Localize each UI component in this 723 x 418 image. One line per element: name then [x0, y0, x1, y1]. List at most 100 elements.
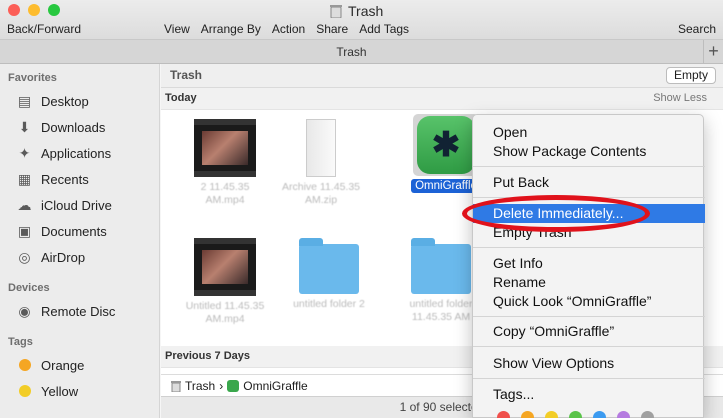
favorites-heading: Favorites	[8, 72, 57, 84]
omnigraffle-small-icon	[227, 379, 240, 392]
share-button[interactable]: Share	[316, 22, 348, 36]
zoom-button[interactable]	[48, 4, 60, 16]
title-bar: Trash Back/Forward View Arrange By Actio…	[0, 0, 723, 40]
show-less-button[interactable]: Show Less	[653, 92, 707, 104]
sidebar-item-desktop[interactable]: ▤ Desktop	[16, 91, 89, 111]
arrange-by-button[interactable]: Arrange By	[201, 22, 261, 36]
minimize-button[interactable]	[28, 4, 40, 16]
menu-item-show-package-contents[interactable]: Show Package Contents	[473, 142, 705, 161]
back-forward-button[interactable]: Back/Forward	[7, 22, 81, 36]
folder-icon	[299, 238, 359, 294]
downloads-icon: ⬇	[18, 118, 31, 135]
yellow-tag-swatch[interactable]	[545, 411, 558, 418]
section-title: Today	[165, 92, 197, 104]
empty-trash-button[interactable]: Empty	[665, 67, 716, 84]
add-tags-button[interactable]: Add Tags	[359, 22, 409, 36]
window-title: Trash	[330, 3, 383, 19]
sidebar-item-label: Recents	[41, 171, 89, 187]
recents-icon: ▦	[17, 170, 32, 187]
sidebar-item-label: Remote Disc	[41, 303, 116, 319]
sidebar-item-label: Documents	[41, 223, 107, 239]
sidebar-item-documents[interactable]: ▣ Documents	[16, 221, 107, 241]
disc-icon: ◉	[18, 302, 31, 319]
video-thumbnail	[194, 238, 256, 296]
file-item[interactable]: Untitled 11.45.35 AM.mp4	[185, 238, 265, 326]
sidebar-item-label: Orange	[41, 357, 85, 373]
trash-header: Trash Empty	[161, 64, 723, 88]
file-name: OmniGraffle	[411, 179, 481, 193]
sidebar-item-label: Downloads	[41, 119, 106, 135]
sidebar-item-remote-disc[interactable]: ◉ Remote Disc	[16, 301, 115, 321]
desktop-icon: ▤	[17, 92, 32, 109]
menu-separator	[473, 166, 705, 167]
sidebar-item-label: Applications	[41, 145, 112, 161]
path-separator: ›	[219, 378, 224, 393]
green-tag-swatch[interactable]	[569, 411, 582, 418]
tab-bar: Trash +	[0, 40, 723, 64]
menu-item-quick-look[interactable]: Quick Look “OmniGraffle”	[473, 292, 705, 311]
red-tag-swatch[interactable]	[497, 411, 510, 418]
file-name: 2 11.45.35 AM.mp4	[200, 181, 250, 206]
sidebar-item-label: Desktop	[41, 93, 89, 109]
file-item[interactable]: 2 11.45.35 AM.mp4	[185, 119, 265, 207]
file-name: untitled folder 2	[293, 298, 365, 310]
sidebar-item-airdrop[interactable]: ◎ AirDrop	[16, 247, 85, 267]
sidebar-item-tag-orange[interactable]: Orange	[16, 355, 84, 375]
finder-window: Trash Back/Forward View Arrange By Actio…	[0, 0, 723, 418]
menu-item-put-back[interactable]: Put Back	[473, 173, 705, 192]
search-button[interactable]: Search	[678, 22, 716, 36]
file-item[interactable]: untitled folder 2	[289, 238, 369, 311]
video-thumbnail	[194, 119, 256, 177]
view-button[interactable]: View	[164, 22, 190, 36]
path-omnigraffle[interactable]: OmniGraffle	[243, 379, 307, 393]
file-item[interactable]: Archive 11.45.35 AM.zip	[281, 119, 361, 207]
action-button[interactable]: Action	[272, 22, 305, 36]
toolbar-menu: View Arrange By Action Share Add Tags	[164, 22, 409, 36]
sidebar-item-recents[interactable]: ▦ Recents	[16, 169, 89, 189]
today-section-header: Today Show Less	[161, 88, 723, 110]
trash-icon	[330, 5, 342, 18]
sidebar-item-tag-yellow[interactable]: Yellow	[16, 381, 78, 401]
file-item[interactable]: untitled folder 11.45.35 AM	[401, 238, 481, 324]
devices-heading: Devices	[8, 282, 50, 294]
yellow-tag-icon	[18, 385, 31, 397]
sidebar-item-label: iCloud Drive	[41, 197, 112, 213]
menu-separator	[473, 316, 705, 317]
tab-trash[interactable]: Trash	[0, 45, 703, 59]
close-button[interactable]	[8, 4, 20, 16]
highlight-annotation-oval	[462, 195, 650, 232]
menu-item-rename[interactable]: Rename	[473, 273, 705, 292]
sidebar-item-label: AirDrop	[41, 249, 86, 265]
sidebar-item-downloads[interactable]: ⬇ Downloads	[16, 117, 106, 137]
orange-tag-swatch[interactable]	[521, 411, 534, 418]
omnigraffle-app-icon: ✱	[417, 116, 475, 174]
tag-color-swatches	[497, 411, 654, 418]
zip-icon	[306, 119, 336, 177]
menu-item-copy[interactable]: Copy “OmniGraffle”	[473, 322, 705, 341]
folder-icon	[411, 238, 471, 294]
context-menu: Open Show Package Contents Put Back Dele…	[472, 114, 705, 418]
menu-item-open[interactable]: Open	[473, 123, 705, 142]
applications-icon: ✦	[18, 144, 31, 161]
blue-tag-swatch[interactable]	[593, 411, 606, 418]
traffic-lights	[8, 4, 60, 16]
file-name: untitled folder 11.45.35 AM	[409, 298, 473, 323]
window-title-text: Trash	[348, 3, 384, 19]
path-trash[interactable]: Trash	[185, 379, 215, 393]
sidebar-item-icloud-drive[interactable]: ☁ iCloud Drive	[16, 195, 112, 215]
sidebar-item-applications[interactable]: ✦ Applications	[16, 143, 111, 163]
menu-item-get-info[interactable]: Get Info	[473, 254, 705, 273]
airdrop-icon: ◎	[18, 248, 31, 265]
menu-separator	[473, 247, 705, 248]
sidebar-item-label: Yellow	[41, 383, 79, 399]
menu-separator	[473, 346, 705, 347]
cloud-icon: ☁	[17, 196, 32, 213]
gray-tag-swatch[interactable]	[641, 411, 654, 418]
new-tab-button[interactable]: +	[703, 40, 723, 64]
purple-tag-swatch[interactable]	[617, 411, 630, 418]
menu-item-tags[interactable]: Tags...	[473, 385, 705, 404]
menu-item-show-view-options[interactable]: Show View Options	[473, 354, 705, 373]
tags-heading: Tags	[8, 336, 33, 348]
menu-separator	[473, 378, 705, 379]
trash-title: Trash	[170, 68, 203, 82]
